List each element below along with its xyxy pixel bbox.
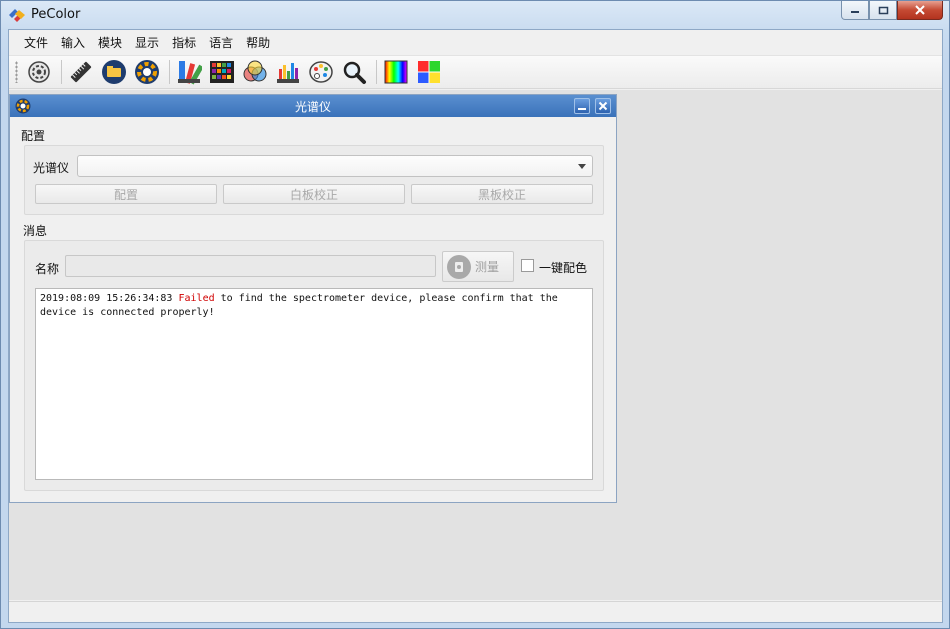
color-wheel-button[interactable] bbox=[132, 58, 162, 86]
menu-input[interactable]: 输入 bbox=[56, 32, 90, 53]
toolbar-separator bbox=[376, 60, 377, 84]
toolbar-separator bbox=[169, 60, 170, 84]
color-fan-button[interactable] bbox=[174, 58, 204, 86]
measure-icon bbox=[447, 254, 471, 279]
message-group: 名称 测量 一键配色 2019:08:09 15:26:34:83 Failed… bbox=[24, 240, 604, 491]
ruler-icon bbox=[70, 61, 92, 83]
magnifier-icon bbox=[343, 61, 366, 84]
spectrometer-select[interactable] bbox=[77, 155, 593, 177]
color-bars-icon bbox=[277, 63, 299, 83]
color-grid-button[interactable] bbox=[207, 58, 237, 86]
child-close-button[interactable] bbox=[595, 98, 611, 114]
close-icon bbox=[915, 5, 925, 15]
maximize-button[interactable] bbox=[869, 1, 897, 20]
child-minimize-button[interactable] bbox=[574, 98, 590, 114]
black-calibration-button[interactable]: 黑板校正 bbox=[411, 184, 593, 204]
chevron-down-icon bbox=[578, 164, 586, 169]
color-bars-button[interactable] bbox=[273, 58, 303, 86]
menu-display[interactable]: 显示 bbox=[130, 32, 164, 53]
color-square-button[interactable] bbox=[414, 58, 444, 86]
color-wheel-icon bbox=[135, 60, 159, 84]
spectrum-icon bbox=[384, 60, 408, 84]
title-bar[interactable]: PeColor bbox=[1, 1, 949, 29]
name-label: 名称 bbox=[35, 262, 60, 276]
rgb-circles-icon bbox=[243, 60, 267, 82]
color-fan-icon bbox=[178, 61, 202, 85]
spectrum-button[interactable] bbox=[381, 58, 411, 86]
measure-label: 测量 bbox=[475, 260, 500, 274]
close-icon bbox=[598, 101, 608, 111]
app-window: PeColor 文件 输入 模块 显示 指标 语言 帮助 光谱仪 配置 光谱仪 … bbox=[0, 0, 950, 629]
message-section-label: 消息 bbox=[23, 224, 48, 238]
folder-open-icon bbox=[102, 60, 126, 84]
menu-index[interactable]: 指标 bbox=[167, 32, 201, 53]
toolbar bbox=[9, 55, 942, 89]
close-button[interactable] bbox=[897, 1, 943, 20]
spectrometer-label: 光谱仪 bbox=[33, 161, 70, 175]
palette-icon bbox=[309, 61, 333, 83]
log-timestamp: 2019:08:09 15:26:34:83 bbox=[40, 293, 173, 304]
search-button[interactable] bbox=[339, 58, 369, 86]
spectrometer-title: 光谱仪 bbox=[294, 100, 331, 114]
color-square-icon bbox=[418, 61, 440, 83]
settings-button[interactable] bbox=[24, 58, 54, 86]
menu-module[interactable]: 模块 bbox=[93, 32, 127, 53]
configure-button[interactable]: 配置 bbox=[35, 184, 217, 204]
minimize-icon bbox=[578, 108, 586, 110]
config-section-label: 配置 bbox=[21, 129, 46, 143]
open-file-button[interactable] bbox=[99, 58, 129, 86]
color-grid-icon bbox=[210, 61, 234, 83]
settings-gear-icon bbox=[28, 61, 50, 83]
toolbar-separator bbox=[61, 60, 62, 84]
auto-match-checkbox[interactable] bbox=[521, 259, 534, 272]
window-title: PeColor bbox=[31, 7, 81, 22]
name-field[interactable] bbox=[65, 255, 436, 277]
menu-language[interactable]: 语言 bbox=[204, 32, 238, 53]
restore-icon bbox=[878, 6, 888, 14]
rgb-circles-button[interactable] bbox=[240, 58, 270, 86]
message-log[interactable]: 2019:08:09 15:26:34:83 Failed to find th… bbox=[35, 288, 593, 480]
minimize-icon bbox=[851, 11, 859, 13]
status-bar bbox=[9, 601, 942, 622]
spectrometer-title-bar[interactable]: 光谱仪 bbox=[10, 95, 616, 117]
palette-button[interactable] bbox=[306, 58, 336, 86]
minimize-button[interactable] bbox=[841, 1, 869, 20]
menu-help[interactable]: 帮助 bbox=[241, 32, 275, 53]
config-group: 光谱仪 配置 白板校正 黑板校正 bbox=[24, 145, 604, 215]
ruler-button[interactable] bbox=[66, 58, 96, 86]
mdi-workspace: 光谱仪 配置 光谱仪 配置 白板校正 黑板校正 消息 名称 测量 一键配色 20… bbox=[9, 90, 942, 600]
toolbar-grip[interactable] bbox=[15, 61, 18, 83]
log-status: Failed bbox=[178, 293, 215, 304]
app-logo-icon bbox=[9, 9, 25, 22]
menu-bar: 文件 输入 模块 显示 指标 语言 帮助 bbox=[9, 30, 942, 54]
menu-file[interactable]: 文件 bbox=[19, 32, 53, 53]
white-calibration-button[interactable]: 白板校正 bbox=[223, 184, 405, 204]
client-area: 文件 输入 模块 显示 指标 语言 帮助 光谱仪 配置 光谱仪 配置 白板校正 … bbox=[8, 29, 943, 623]
spectrometer-window: 光谱仪 配置 光谱仪 配置 白板校正 黑板校正 消息 名称 测量 一键配色 20… bbox=[9, 94, 617, 503]
window-controls bbox=[841, 1, 943, 20]
measure-button[interactable]: 测量 bbox=[442, 251, 514, 282]
auto-match-label: 一键配色 bbox=[539, 261, 588, 275]
